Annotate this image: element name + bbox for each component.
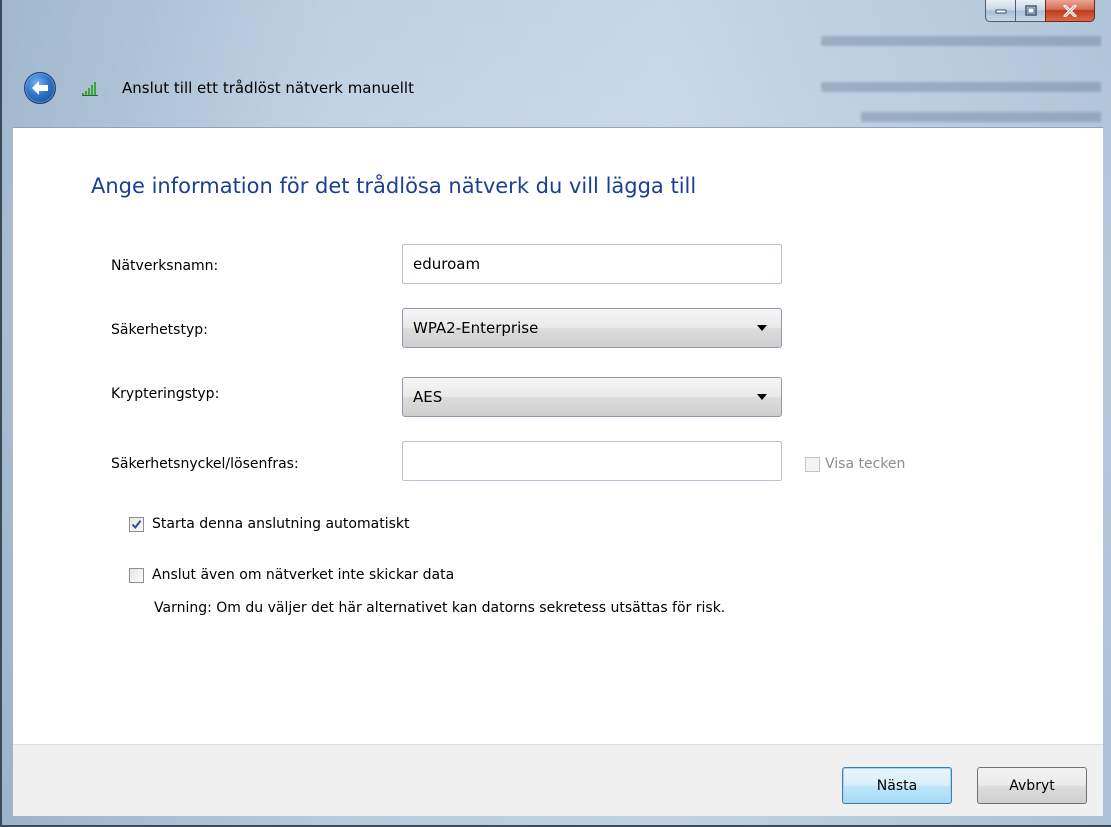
network-name-input[interactable]: eduroam	[402, 244, 782, 284]
security-type-label: Säkerhetstyp:	[111, 322, 208, 338]
security-key-input[interactable]	[402, 441, 782, 481]
next-button[interactable]: Nästa	[842, 767, 952, 804]
close-icon	[1063, 4, 1077, 17]
dropdown-arrow-icon	[757, 325, 767, 331]
auto-start-checkbox-row: Starta denna anslutning automatiskt	[129, 516, 409, 532]
window-controls	[985, 0, 1095, 22]
window-title: Anslut till ett trådlöst nätverk manuell…	[122, 79, 414, 97]
checkmark-icon	[131, 519, 142, 529]
show-chars-checkbox-row: Visa tecken	[805, 456, 905, 472]
content-area: Ange information för det trådlösa nätver…	[13, 127, 1103, 745]
security-key-label: Säkerhetsnyckel/lösenfras:	[111, 456, 299, 472]
back-arrow-icon	[32, 81, 48, 95]
minimize-icon	[995, 9, 1006, 13]
back-button[interactable]	[24, 72, 56, 104]
warning-text: Varning: Om du väljer det här alternativ…	[154, 600, 726, 616]
show-chars-checkbox[interactable]	[805, 456, 820, 472]
network-name-value: eduroam	[413, 255, 481, 273]
security-type-select[interactable]: WPA2-Enterprise	[402, 308, 782, 348]
title-bar: Anslut till ett trådlöst nätverk manuell…	[24, 72, 414, 104]
close-button[interactable]	[1045, 0, 1095, 22]
maximize-button[interactable]	[1015, 0, 1045, 22]
security-type-value: WPA2-Enterprise	[413, 319, 539, 337]
page-heading: Ange information för det trådlösa nätver…	[91, 174, 697, 198]
encryption-type-select[interactable]: AES	[402, 377, 782, 417]
auto-start-checkbox[interactable]	[129, 516, 144, 532]
encryption-type-value: AES	[413, 388, 443, 406]
dialog-window: Anslut till ett trådlöst nätverk manuell…	[0, 0, 1111, 827]
minimize-button[interactable]	[985, 0, 1015, 22]
dropdown-arrow-icon	[757, 394, 767, 400]
network-name-label: Nätverksnamn:	[111, 258, 219, 274]
maximize-icon	[1024, 5, 1037, 16]
connect-even-checkbox-row: Anslut även om nätverket inte skickar da…	[129, 567, 454, 583]
show-chars-label: Visa tecken	[825, 456, 906, 472]
cancel-button[interactable]: Avbryt	[977, 767, 1087, 804]
auto-start-label: Starta denna anslutning automatiskt	[152, 516, 410, 532]
button-bar: Nästa Avbryt	[13, 744, 1103, 816]
connect-even-label: Anslut även om nätverket inte skickar da…	[152, 567, 455, 583]
encryption-type-label: Krypteringstyp:	[111, 386, 220, 402]
connect-even-checkbox[interactable]	[129, 567, 144, 583]
wireless-signal-icon	[82, 82, 98, 96]
